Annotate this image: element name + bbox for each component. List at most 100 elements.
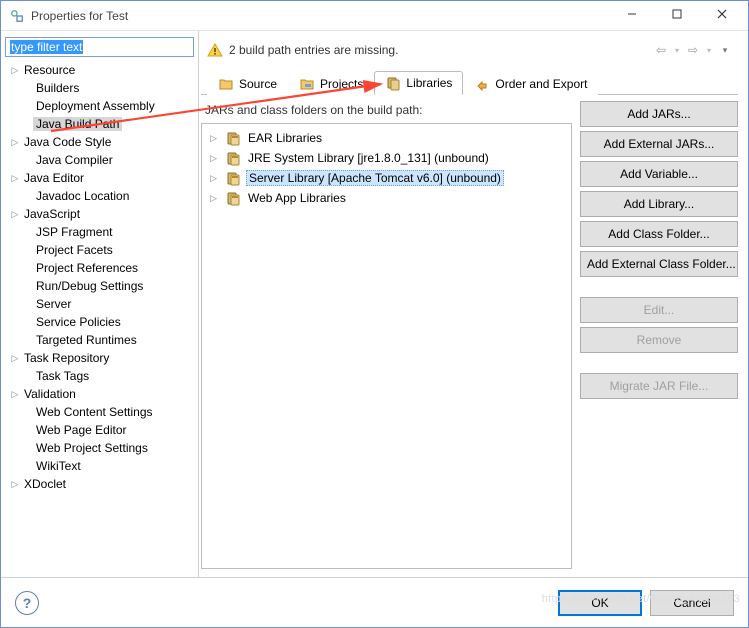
nav-history: ⇦ ▾ ⇨ ▾ ▾	[654, 43, 732, 57]
forward-drop-icon[interactable]: ▾	[702, 46, 716, 55]
expand-arrow-icon: ▷	[9, 479, 21, 490]
tab-libraries[interactable]: Libraries	[374, 71, 463, 95]
nav-item-label: Targeted Runtimes	[33, 333, 140, 347]
migrate-jar-button[interactable]: Migrate JAR File...	[580, 373, 738, 399]
library-stack-icon	[226, 190, 242, 206]
library-item[interactable]: ▷ JRE System Library [jre1.8.0_131] (unbo…	[206, 148, 567, 168]
nav-item-java-code-style[interactable]: ▷Java Code Style	[5, 133, 194, 151]
expand-arrow-icon: ▷	[9, 173, 21, 184]
nav-item-label: Task Tags	[33, 369, 92, 383]
nav-item-builders[interactable]: Builders	[5, 79, 194, 97]
forward-icon[interactable]: ⇨	[686, 43, 700, 57]
nav-item-javascript[interactable]: ▷JavaScript	[5, 205, 194, 223]
libraries-tree[interactable]: ▷EAR Libraries▷JRE System Library [jre1.…	[201, 123, 572, 569]
folder-source-icon	[218, 76, 234, 92]
expand-arrow-icon: ▷	[210, 133, 222, 144]
nav-item-label: Web Project Settings	[33, 441, 151, 455]
nav-item-label: Validation	[21, 387, 79, 401]
nav-item-task-repository[interactable]: ▷Task Repository	[5, 349, 194, 367]
expand-arrow-icon: ▷	[210, 153, 222, 164]
library-item[interactable]: ▷ Web App Libraries	[206, 188, 567, 208]
expand-arrow-icon: ▷	[9, 137, 21, 148]
nav-item-javadoc-location[interactable]: Javadoc Location	[5, 187, 194, 205]
filter-input[interactable]: type filter text	[5, 37, 194, 57]
main-pane: 2 build path entries are missing. ⇦ ▾ ⇨ …	[198, 31, 748, 577]
nav-item-web-project-settings[interactable]: Web Project Settings	[5, 439, 194, 457]
help-icon[interactable]: ?	[15, 591, 39, 615]
expand-arrow-icon: ▷	[9, 65, 21, 76]
expand-arrow-icon: ▷	[9, 209, 21, 220]
add-jars-button[interactable]: Add JARs...	[580, 101, 738, 127]
warning-icon	[207, 42, 223, 58]
nav-item-project-facets[interactable]: Project Facets	[5, 241, 194, 259]
nav-item-task-tags[interactable]: Task Tags	[5, 367, 194, 385]
back-drop-icon[interactable]: ▾	[670, 46, 684, 55]
expand-arrow-icon: ▷	[210, 173, 222, 184]
nav-item-server[interactable]: Server	[5, 295, 194, 313]
dialog-content: type filter text ▷ResourceBuildersDeploy…	[1, 31, 748, 577]
banner-message: 2 build path entries are missing.	[229, 43, 654, 57]
nav-item-xdoclet[interactable]: ▷XDoclet	[5, 475, 194, 493]
minimize-button[interactable]	[611, 1, 656, 30]
nav-item-label: Project Facets	[33, 243, 116, 257]
nav-item-label: Deployment Assembly	[33, 99, 158, 113]
tab-projects[interactable]: Projects	[288, 72, 374, 95]
nav-item-resource[interactable]: ▷Resource	[5, 61, 194, 79]
nav-item-targeted-runtimes[interactable]: Targeted Runtimes	[5, 331, 194, 349]
libraries-area: JARs and class folders on the build path…	[201, 101, 572, 569]
nav-item-validation[interactable]: ▷Validation	[5, 385, 194, 403]
maximize-button[interactable]	[656, 1, 701, 30]
nav-item-label: Run/Debug Settings	[33, 279, 146, 293]
menu-drop-icon[interactable]: ▾	[718, 45, 732, 56]
nav-item-label: Java Code Style	[21, 135, 114, 149]
add-library-button[interactable]: Add Library...	[580, 191, 738, 217]
nav-item-label: JSP Fragment	[33, 225, 115, 239]
close-button[interactable]	[701, 1, 746, 30]
library-item-label: Web App Libraries	[246, 191, 348, 205]
expand-arrow-icon: ▷	[210, 193, 222, 204]
nav-item-service-policies[interactable]: Service Policies	[5, 313, 194, 331]
nav-item-deployment-assembly[interactable]: Deployment Assembly	[5, 97, 194, 115]
status-banner: 2 build path entries are missing. ⇦ ▾ ⇨ …	[201, 35, 738, 65]
titlebar: Properties for Test	[1, 1, 748, 31]
library-item[interactable]: ▷EAR Libraries	[206, 128, 567, 148]
library-item-label: JRE System Library [jre1.8.0_131] (unbou…	[246, 151, 491, 165]
ok-button[interactable]: OK	[558, 590, 642, 616]
expand-arrow-icon: ▷	[9, 353, 21, 364]
tab-label: Libraries	[406, 76, 452, 90]
back-icon[interactable]: ⇦	[654, 43, 668, 57]
nav-item-web-page-editor[interactable]: Web Page Editor	[5, 421, 194, 439]
nav-item-java-compiler[interactable]: Java Compiler	[5, 151, 194, 169]
expand-arrow-icon: ▷	[9, 389, 21, 400]
nav-item-java-editor[interactable]: ▷Java Editor	[5, 169, 194, 187]
add-class-folder-button[interactable]: Add Class Folder...	[580, 221, 738, 247]
window-title: Properties for Test	[31, 9, 611, 23]
nav-item-label: Service Policies	[33, 315, 124, 329]
add-external-class-folder-button[interactable]: Add External Class Folder...	[580, 251, 738, 277]
nav-item-label: Resource	[21, 63, 78, 77]
nav-item-wikitext[interactable]: WikiText	[5, 457, 194, 475]
tab-order-and-export[interactable]: Order and Export	[463, 72, 598, 95]
tab-source[interactable]: Source	[207, 72, 288, 95]
add-variable-button[interactable]: Add Variable...	[580, 161, 738, 187]
nav-item-label: Web Page Editor	[33, 423, 130, 437]
cancel-button[interactable]: Cancel	[650, 590, 734, 616]
nav-item-project-references[interactable]: Project References	[5, 259, 194, 277]
nav-item-jsp-fragment[interactable]: JSP Fragment	[5, 223, 194, 241]
add-external-jars-button[interactable]: Add External JARs...	[580, 131, 738, 157]
nav-item-label: WikiText	[33, 459, 84, 473]
library-item-label: Server Library [Apache Tomcat v6.0] (unb…	[246, 170, 504, 186]
nav-item-run-debug-settings[interactable]: Run/Debug Settings	[5, 277, 194, 295]
nav-item-java-build-path[interactable]: Java Build Path	[5, 115, 194, 133]
nav-item-label: Java Build Path	[33, 117, 122, 131]
properties-dialog: Properties for Test type filter text ▷Re…	[0, 0, 749, 628]
remove-button[interactable]: Remove	[580, 327, 738, 353]
tab-bar: SourceProjects Libraries Order and Export	[201, 69, 738, 95]
nav-item-web-content-settings[interactable]: Web Content Settings	[5, 403, 194, 421]
library-stack-icon	[226, 170, 242, 186]
nav-tree[interactable]: ▷ResourceBuildersDeployment AssemblyJava…	[5, 61, 194, 493]
filter-input-text: type filter text	[10, 40, 83, 54]
library-item[interactable]: ▷ Server Library [Apache Tomcat v6.0] (un…	[206, 168, 567, 188]
edit-button[interactable]: Edit...	[580, 297, 738, 323]
nav-item-label: Java Compiler	[33, 153, 116, 167]
